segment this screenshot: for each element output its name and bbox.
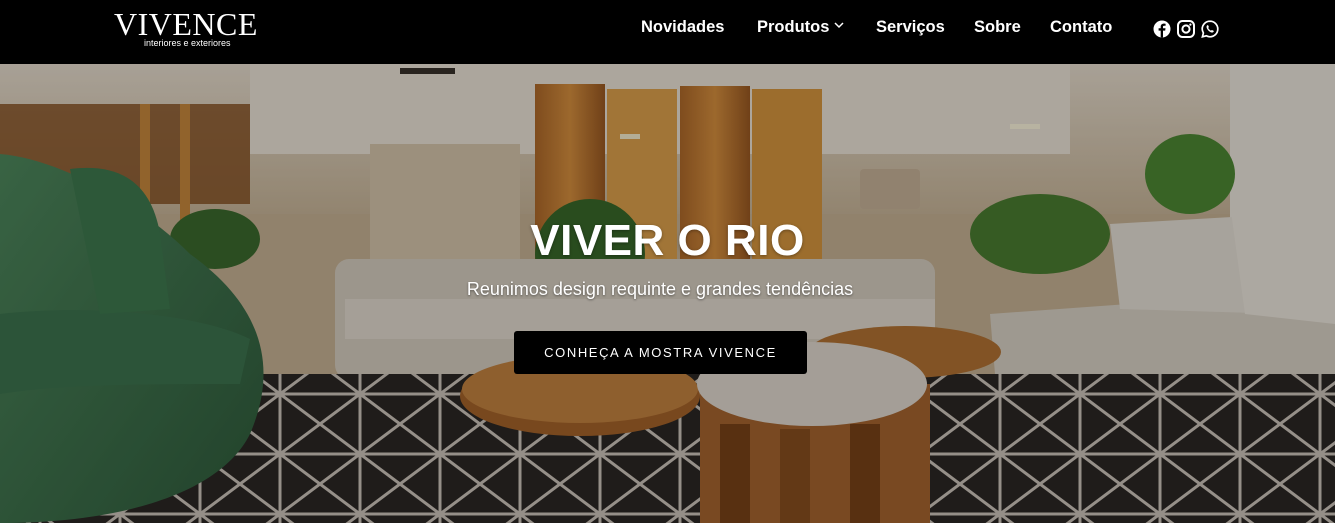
- nav-item-produtos[interactable]: Produtos: [757, 18, 845, 40]
- nav-item-label: Sobre: [974, 18, 1021, 36]
- nav-item-label: Novidades: [641, 18, 725, 36]
- whatsapp-icon[interactable]: [1201, 20, 1219, 38]
- hero-banner: VIVER O RIO Reunimos design requinte e g…: [0, 64, 1335, 523]
- nav-item-servicos[interactable]: Serviços: [876, 18, 945, 40]
- nav-item-label: Produtos: [757, 18, 830, 36]
- instagram-icon[interactable]: [1177, 20, 1195, 38]
- nav-item-label: Serviços: [876, 18, 945, 36]
- chevron-down-icon: [834, 22, 844, 29]
- main-nav: Novidades Produtos Serviços Sobre Contat…: [0, 0, 1335, 64]
- site-header: VIVENCE interiores e exteriores Novidade…: [0, 0, 1335, 64]
- facebook-icon[interactable]: [1153, 20, 1171, 38]
- nav-item-contato[interactable]: Contato: [1050, 18, 1112, 40]
- hero-title: VIVER O RIO: [530, 216, 805, 265]
- nav-item-sobre[interactable]: Sobre: [974, 18, 1021, 40]
- nav-item-label: Contato: [1050, 18, 1113, 36]
- nav-item-novidades[interactable]: Novidades: [641, 18, 724, 40]
- cta-button-mostra-vivence[interactable]: CONHEÇA A MOSTRA VIVENCE: [514, 331, 807, 374]
- hero-subtitle: Reunimos design requinte e grandes tendê…: [466, 279, 854, 299]
